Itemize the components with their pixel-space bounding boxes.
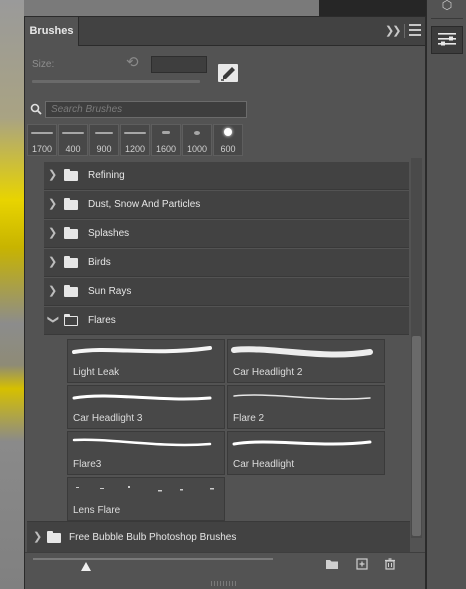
new-brush-icon[interactable]	[355, 558, 369, 570]
group-label: Free Bubble Bulb Photoshop Brushes	[69, 532, 237, 543]
chevron-right-icon[interactable]: ❯	[33, 530, 42, 543]
preset-brush[interactable]: 400	[58, 124, 88, 156]
brush-stroke-preview	[76, 486, 214, 492]
preset-brush[interactable]: 600	[213, 124, 243, 156]
canvas-background	[0, 0, 24, 589]
brush-tile-flare3[interactable]: Flare3	[67, 431, 225, 475]
brush-stroke-preview	[72, 394, 212, 401]
preset-size: 1200	[124, 144, 146, 154]
preset-size: 1000	[186, 144, 208, 154]
folder-icon	[64, 227, 78, 239]
brush-label: Car Headlight	[233, 459, 295, 470]
preset-size: 900	[96, 144, 112, 154]
folder-icon	[64, 198, 78, 210]
group-label: Splashes	[88, 228, 130, 239]
preset-size: 1600	[155, 144, 177, 154]
preset-brush[interactable]: 900	[89, 124, 119, 156]
brush-tile-car-headlight[interactable]: Car Headlight	[227, 431, 385, 475]
brush-label: Car Headlight 3	[73, 413, 143, 424]
panel-bottom-bar	[25, 552, 425, 589]
group-label: Refining	[88, 170, 125, 181]
trash-icon[interactable]	[383, 558, 397, 570]
preset-brush[interactable]: 1200	[120, 124, 150, 156]
cube-icon[interactable]: ⬡	[437, 0, 457, 12]
top-dark-strip	[319, 0, 426, 16]
tab-brushes[interactable]: Brushes	[25, 17, 79, 46]
group-row-free-bubble-bulb[interactable]: ❯ Free Bubble Bulb Photoshop Brushes	[27, 521, 410, 552]
group-row-sun-rays[interactable]: ❯ Sun Rays	[44, 278, 409, 306]
chevron-down-icon[interactable]: ❯	[47, 315, 59, 325]
brush-tile-car-headlight-3[interactable]: Car Headlight 3	[67, 385, 225, 429]
group-row-dust-snow[interactable]: ❯ Dust, Snow And Particles	[44, 191, 409, 219]
chevron-right-icon[interactable]: ❯	[48, 285, 58, 297]
preset-size: 1700	[31, 144, 53, 154]
chevron-right-icon[interactable]: ❯	[48, 227, 58, 239]
group-label: Flares	[88, 315, 116, 326]
chevron-right-icon[interactable]: ❯	[48, 169, 58, 181]
brush-label: Car Headlight 2	[233, 367, 303, 378]
brush-settings-icon[interactable]	[218, 64, 238, 82]
preset-brush[interactable]: 1700	[27, 124, 57, 156]
group-row-refining[interactable]: ❯ Refining	[44, 162, 409, 190]
right-dock: ⬡	[426, 0, 466, 589]
brush-tile-flare-2[interactable]: Flare 2	[227, 385, 385, 429]
hamburger-menu-icon[interactable]	[409, 24, 421, 38]
size-slider[interactable]	[32, 80, 200, 83]
chevron-right-icon[interactable]: ❯	[48, 198, 58, 210]
folder-icon	[64, 285, 78, 297]
thumbnail-size-handle[interactable]	[81, 562, 91, 571]
folder-icon	[64, 256, 78, 268]
brush-tile-car-headlight-2[interactable]: Car Headlight 2	[227, 339, 385, 383]
preset-size: 600	[220, 144, 236, 154]
preset-brush[interactable]: 1000	[182, 124, 212, 156]
brush-label: Flare 2	[233, 413, 265, 424]
double-chevron-right-icon[interactable]: ❯❯	[385, 23, 401, 39]
chevron-right-icon[interactable]: ❯	[48, 256, 58, 268]
brush-settings-dock-button[interactable]	[431, 26, 463, 54]
brush-stroke-preview	[72, 438, 212, 447]
group-row-birds[interactable]: ❯ Birds	[44, 249, 409, 277]
brush-stroke-preview	[232, 440, 372, 446]
resize-grip[interactable]	[211, 581, 237, 586]
brush-stroke-preview	[231, 346, 373, 358]
group-row-flares[interactable]: ❯ Flares	[44, 307, 409, 335]
reset-icon[interactable]: ⟲	[126, 55, 139, 71]
group-label: Sun Rays	[88, 286, 132, 297]
dock-divider	[431, 18, 463, 19]
size-label: Size:	[32, 59, 55, 70]
preset-brush[interactable]: 1600	[151, 124, 181, 156]
brush-stroke-preview	[233, 394, 371, 400]
new-folder-icon[interactable]	[325, 558, 339, 570]
brush-tile-lens-flare[interactable]: Lens Flare	[67, 477, 225, 521]
folder-icon	[64, 169, 78, 181]
group-row-splashes[interactable]: ❯ Splashes	[44, 220, 409, 248]
brush-label: Light Leak	[73, 367, 120, 378]
sliders-icon	[438, 33, 456, 46]
group-label: Dust, Snow And Particles	[88, 199, 201, 210]
search-input[interactable]: Search Brushes	[45, 101, 247, 118]
search-icon	[30, 103, 42, 115]
brush-stroke-preview	[72, 346, 212, 354]
brush-label: Flare3	[73, 459, 102, 470]
group-label: Birds	[88, 257, 111, 268]
folder-open-icon	[64, 314, 78, 326]
preset-size: 400	[65, 144, 81, 154]
thumbnail-size-slider[interactable]	[33, 558, 273, 560]
scroll-thumb[interactable]	[412, 336, 421, 536]
brush-tile-light-leak[interactable]: Light Leak	[67, 339, 225, 383]
brush-list-scrollbar[interactable]	[411, 158, 422, 538]
tab-separator	[404, 24, 405, 38]
brushes-panel: Brushes ❯❯ Size: ⟲ Search Brushes 1700 4…	[24, 16, 426, 589]
folder-icon	[47, 531, 61, 543]
canvas-top-strip	[24, 0, 319, 16]
brush-label: Lens Flare	[73, 505, 121, 516]
brush-list: ❯ Refining ❯ Dust, Snow And Particles ❯ …	[26, 157, 410, 552]
size-field[interactable]	[151, 56, 207, 73]
panel-tabbar: Brushes ❯❯	[25, 17, 425, 46]
